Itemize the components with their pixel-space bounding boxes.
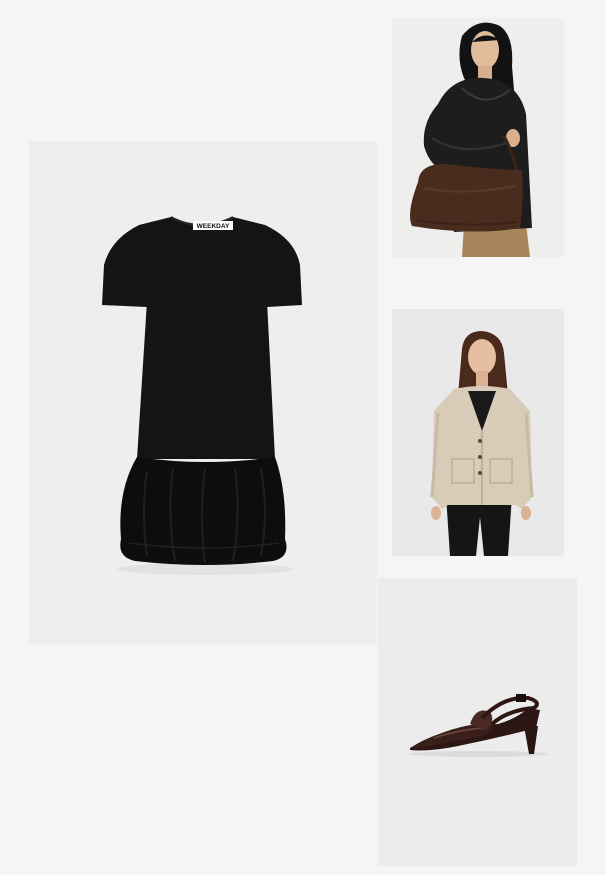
product-tile-dress[interactable]: WEEKDAY bbox=[29, 141, 377, 644]
bag-image bbox=[392, 18, 564, 257]
svg-text:WEEKDAY: WEEKDAY bbox=[197, 223, 230, 230]
shoe-image bbox=[378, 578, 577, 866]
product-tile-bag[interactable] bbox=[392, 18, 564, 257]
dress-image: WEEKDAY bbox=[29, 141, 377, 644]
product-tile-shoe[interactable] bbox=[378, 578, 577, 866]
product-tile-cardigan[interactable] bbox=[392, 309, 564, 556]
cardigan-image bbox=[392, 309, 564, 556]
